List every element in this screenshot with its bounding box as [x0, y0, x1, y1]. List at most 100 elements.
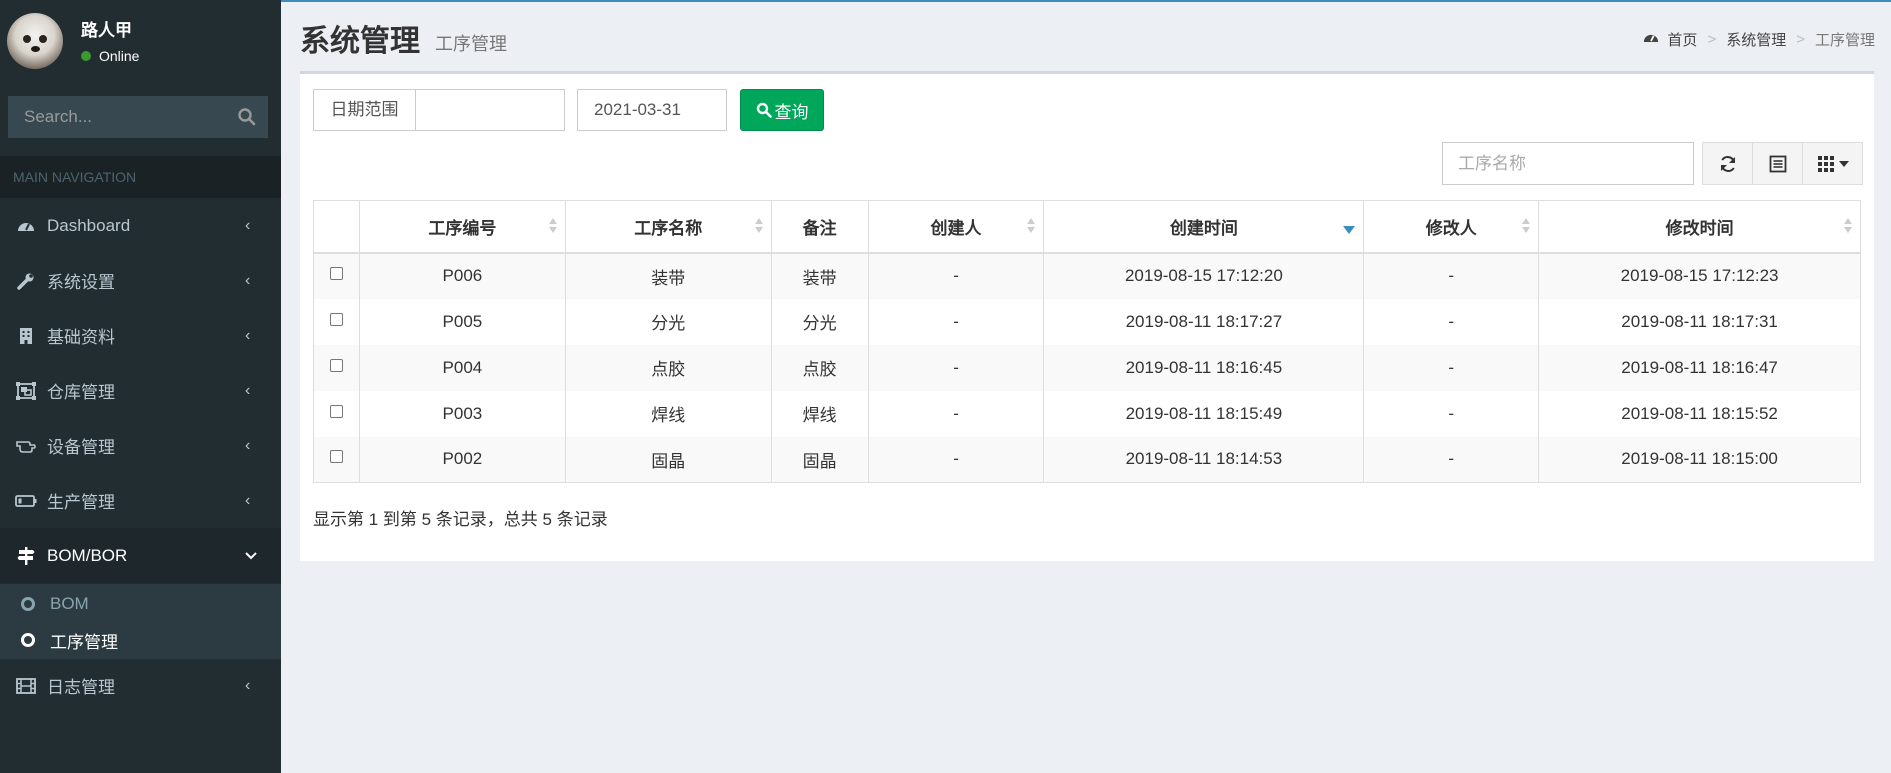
- toggle-view-button[interactable]: [1752, 142, 1803, 185]
- sidebar-subitem-process[interactable]: 工序管理: [0, 622, 281, 658]
- table-cell: P004: [358, 344, 566, 391]
- sidebar-subitem-bom[interactable]: BOM: [0, 586, 281, 622]
- column-header[interactable]: 工序名称: [564, 200, 772, 254]
- table-cell: 2019-08-11 18:17:31: [1538, 298, 1861, 345]
- date-input[interactable]: [577, 89, 727, 131]
- sub-menu-bom-bor: BOM 工序管理: [0, 584, 281, 659]
- row-checkbox-cell: [313, 252, 360, 299]
- column-header[interactable]: 创建人: [867, 200, 1044, 254]
- table-cell: 2019-08-11 18:14:53: [1043, 436, 1364, 483]
- page-title: 系统管理: [300, 25, 420, 58]
- row-checkbox-cell: [313, 436, 360, 483]
- sidebar-item-label: 设备管理: [47, 438, 115, 457]
- dashboard-icon: [15, 215, 37, 237]
- table-cell: -: [867, 390, 1044, 437]
- column-header[interactable]: 修改时间: [1538, 200, 1861, 254]
- sidebar-item-label: 基础资料: [47, 328, 115, 347]
- row-checkbox[interactable]: [329, 358, 343, 372]
- row-checkbox[interactable]: [329, 404, 343, 418]
- user-name: 路人甲: [81, 21, 132, 40]
- table-cell: -: [1363, 344, 1539, 391]
- pagination-info: 显示第 1 到第 5 条记录，总共 5 条记录: [313, 510, 608, 529]
- table-cell: -: [867, 436, 1044, 483]
- table-row[interactable]: P004 点胶 点胶 - 2019-08-11 18:16:45 - 2019-…: [313, 344, 1861, 391]
- top-accent-line: [281, 0, 1891, 2]
- sort-icon: [1844, 218, 1852, 236]
- sidebar-item-dashboard[interactable]: Dashboard ‹: [0, 198, 281, 253]
- online-dot-icon: [81, 51, 91, 61]
- table-search-input[interactable]: [1442, 142, 1694, 185]
- row-checkbox-cell: [313, 344, 360, 391]
- columns-button[interactable]: [1802, 142, 1863, 185]
- row-checkbox[interactable]: [329, 450, 343, 464]
- chevron-left-icon: ‹: [245, 381, 251, 399]
- sidebar-item-label: 系统设置: [47, 273, 115, 292]
- table-cell: P006: [358, 252, 566, 299]
- page-subtitle: 工序管理: [435, 34, 507, 54]
- user-panel: 路人甲 Online: [0, 0, 281, 84]
- sidebar-item-label: 生产管理: [47, 493, 115, 512]
- column-header: 备注: [770, 200, 869, 254]
- sidebar-item-warehouse[interactable]: 仓库管理 ‹: [0, 363, 281, 418]
- sidebar-item-label: 仓库管理: [47, 383, 115, 402]
- table-cell: 2019-08-15 17:12:20: [1043, 252, 1364, 299]
- query-button-label: 查询: [774, 102, 809, 122]
- sidebar-search-input[interactable]: [9, 97, 224, 137]
- table-row[interactable]: P006 装带 装带 - 2019-08-15 17:12:20 - 2019-…: [313, 252, 1861, 299]
- film-icon: [15, 675, 37, 697]
- date-range-input[interactable]: [415, 89, 565, 131]
- row-checkbox-cell: [314, 299, 360, 345]
- breadcrumb-separator: >: [1707, 31, 1717, 48]
- table-row[interactable]: P003 焊线 焊线 - 2019-08-11 18:15:49 - 2019-…: [314, 390, 1861, 437]
- table-cell: 焊线: [770, 390, 869, 437]
- sidebar-item-logs[interactable]: 日志管理 ‹: [0, 658, 281, 713]
- refresh-button[interactable]: [1702, 142, 1753, 185]
- breadcrumb-system[interactable]: 系统管理: [1726, 29, 1786, 50]
- sort-icon: [1522, 218, 1531, 236]
- table-cell: -: [867, 298, 1044, 345]
- sort-desc-icon: [1343, 226, 1356, 234]
- sidebar-item-production[interactable]: 生产管理 ‹: [0, 473, 281, 528]
- hand-icon: [15, 435, 37, 457]
- search-icon: [756, 102, 772, 118]
- row-checkbox[interactable]: [329, 312, 343, 326]
- chevron-left-icon: ‹: [245, 436, 251, 454]
- chevron-left-icon: ‹: [245, 326, 251, 344]
- nav-header: MAIN NAVIGATION: [0, 156, 281, 198]
- search-icon[interactable]: [237, 107, 257, 127]
- breadcrumb-current: 工序管理: [1814, 32, 1875, 49]
- breadcrumb-separator: >: [1796, 31, 1805, 48]
- content-box: 日期范围 查询 工序编号 工序名称 备注: [300, 71, 1874, 561]
- circle-icon: [21, 597, 35, 611]
- table-cell: 点胶: [564, 344, 772, 391]
- table-cell: 固晶: [770, 436, 869, 483]
- table-cell: P003: [358, 390, 566, 437]
- table-row[interactable]: P002 固晶 固晶 - 2019-08-11 18:14:53 - 2019-…: [313, 436, 1861, 483]
- sort-icon: [754, 218, 763, 236]
- table-cell: 2019-08-11 18:15:52: [1538, 390, 1861, 437]
- sidebar-item-basic-data[interactable]: 基础资料 ‹: [0, 308, 281, 363]
- column-header[interactable]: 创建时间: [1043, 200, 1364, 254]
- sidebar-item-bom-bor[interactable]: BOM/BOR: [0, 528, 281, 583]
- sort-icon: [548, 218, 557, 236]
- sidebar-item-label: 日志管理: [47, 678, 115, 697]
- query-button[interactable]: 查询: [740, 89, 824, 131]
- column-header[interactable]: 修改人: [1363, 200, 1539, 254]
- sidebar-item-label: Dashboard: [47, 215, 131, 235]
- sidebar-item-equipment[interactable]: 设备管理 ‹: [0, 418, 281, 473]
- row-checkbox[interactable]: [329, 267, 343, 281]
- dashboard-icon: [1643, 31, 1659, 48]
- table-cell: 2019-08-11 18:15:49: [1043, 390, 1364, 437]
- circle-icon: [21, 633, 35, 647]
- breadcrumb-home[interactable]: 首页: [1667, 29, 1697, 50]
- table-cell: 2019-08-15 17:12:23: [1538, 252, 1861, 299]
- breadcrumb: 首页 > 系统管理 > 工序管理: [1643, 29, 1875, 50]
- sidebar-item-system-settings[interactable]: 系统设置 ‹: [0, 253, 281, 308]
- table-cell: 2019-08-11 18:17:27: [1043, 298, 1364, 345]
- sort-icon: [1027, 218, 1036, 236]
- column-header[interactable]: 工序编号: [358, 200, 566, 254]
- chevron-left-icon: ‹: [245, 271, 251, 289]
- table-row[interactable]: P005 分光 分光 - 2019-08-11 18:17:27 - 2019-…: [314, 298, 1861, 345]
- table-cell: -: [1363, 390, 1539, 437]
- table-cell: -: [867, 344, 1044, 391]
